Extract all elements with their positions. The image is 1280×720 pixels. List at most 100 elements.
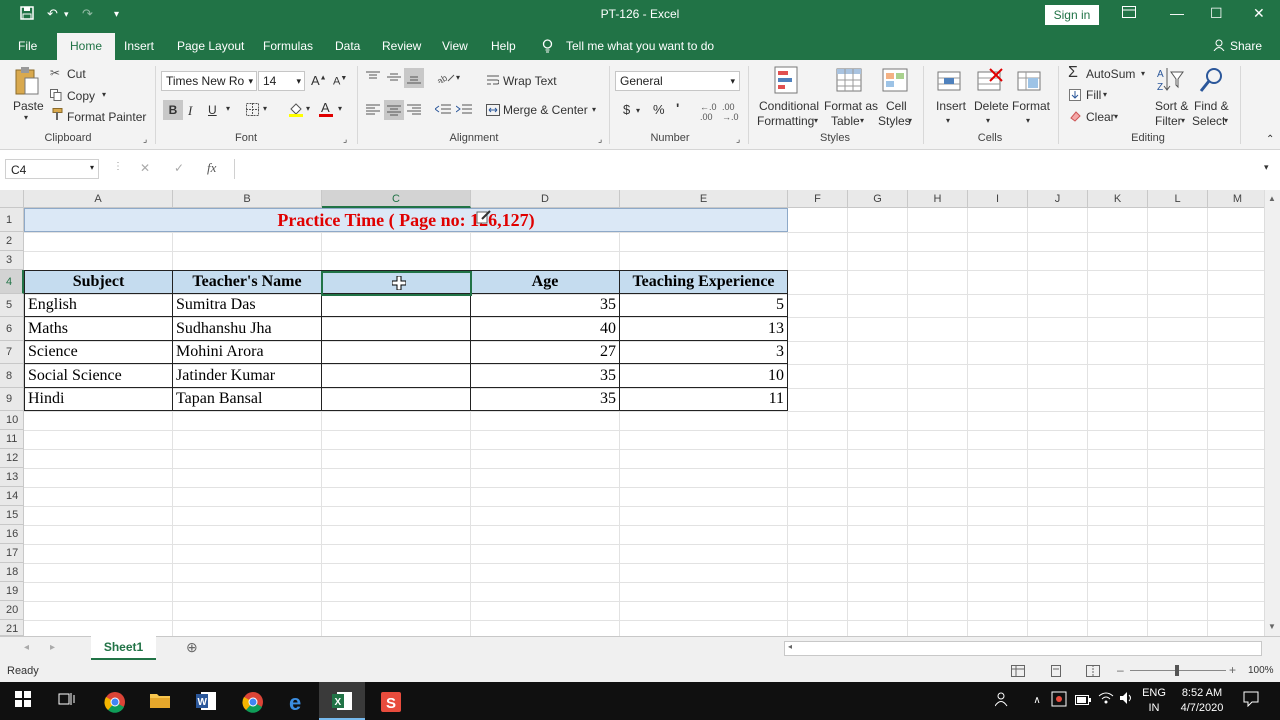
chrome-icon[interactable] bbox=[104, 691, 126, 713]
row-header[interactable]: 21 bbox=[0, 620, 24, 636]
column-header[interactable]: C bbox=[322, 190, 471, 208]
clock[interactable]: 8:52 AM 4/7/2020 bbox=[1172, 686, 1232, 716]
cut-button[interactable]: Cut bbox=[67, 67, 86, 81]
worksheet-grid[interactable]: A B C D E F G H I J K L M 1 2 3 4 5 6 7 … bbox=[0, 190, 1264, 636]
enter-icon[interactable]: ✓ bbox=[174, 161, 184, 175]
increase-decimal-icon[interactable]: ←.0.00 bbox=[700, 102, 717, 122]
sheet-tab-sheet1[interactable]: Sheet1 bbox=[91, 636, 156, 660]
formula-bar-options-icon[interactable]: ⋮ bbox=[113, 161, 123, 172]
insert-dropdown-icon[interactable]: ▾ bbox=[946, 116, 950, 125]
tab-help[interactable]: Help bbox=[491, 39, 516, 53]
bold-button[interactable]: B bbox=[163, 100, 183, 120]
new-sheet-icon[interactable]: ⊕ bbox=[186, 639, 198, 656]
name-box[interactable]: C4 ▾ bbox=[5, 159, 99, 179]
table-cell[interactable]: Sumitra Das bbox=[172, 294, 322, 317]
word-icon[interactable]: W bbox=[195, 691, 217, 711]
sort-filter-button[interactable]: Sort & bbox=[1155, 99, 1188, 113]
zoom-in-icon[interactable]: + bbox=[1229, 663, 1236, 677]
row-header[interactable]: 16 bbox=[0, 525, 24, 544]
italic-button[interactable]: I bbox=[188, 103, 192, 119]
cell-styles-button[interactable]: Cell bbox=[886, 99, 907, 113]
column-header[interactable]: G bbox=[848, 190, 908, 208]
prev-sheet-icon[interactable]: ◂ bbox=[24, 642, 29, 653]
find-dropdown-icon[interactable]: ▾ bbox=[1224, 116, 1228, 125]
table-cell[interactable]: Maths bbox=[24, 317, 173, 341]
merge-center-button[interactable]: Merge & Center bbox=[503, 103, 588, 117]
font-launcher-icon[interactable]: ⌟ bbox=[343, 134, 347, 145]
table-cell[interactable] bbox=[321, 388, 471, 411]
align-right-icon[interactable] bbox=[407, 102, 421, 118]
conditional-dropdown-icon[interactable]: ▾ bbox=[814, 116, 818, 125]
borders-dropdown-icon[interactable]: ▾ bbox=[263, 104, 267, 113]
insert-function-icon[interactable]: fx bbox=[207, 160, 216, 176]
format-painter-button[interactable]: Format Painter bbox=[67, 110, 146, 124]
row-header[interactable]: 12 bbox=[0, 449, 24, 468]
column-header[interactable]: K bbox=[1088, 190, 1148, 208]
horizontal-scrollbar[interactable]: ◂ bbox=[784, 641, 1262, 656]
conditional-formatting-button[interactable]: Conditional bbox=[759, 99, 819, 113]
row-header[interactable]: 4 bbox=[0, 270, 24, 294]
windows-start-icon[interactable] bbox=[12, 691, 34, 711]
table-cell[interactable]: Hindi bbox=[24, 388, 173, 411]
excel-taskbar-active[interactable]: X bbox=[319, 682, 365, 720]
insert-cells-icon[interactable] bbox=[936, 66, 964, 99]
paste-icon[interactable] bbox=[14, 66, 40, 99]
column-header[interactable]: B bbox=[173, 190, 322, 208]
font-color-icon[interactable]: A bbox=[318, 100, 334, 121]
table-cell[interactable] bbox=[321, 341, 471, 364]
fill-color-dropdown-icon[interactable]: ▾ bbox=[306, 104, 310, 113]
insert-cells-button[interactable]: Insert bbox=[936, 99, 966, 113]
battery-icon[interactable] bbox=[1072, 691, 1094, 711]
input-language[interactable]: ENG IN bbox=[1142, 686, 1166, 716]
column-header[interactable]: E bbox=[620, 190, 788, 208]
chrome-icon-2[interactable] bbox=[242, 691, 264, 713]
decrease-font-size-icon[interactable]: A▼ bbox=[333, 75, 347, 88]
column-header[interactable]: I bbox=[968, 190, 1028, 208]
restore-button[interactable]: ☐ bbox=[1210, 5, 1223, 22]
borders-icon[interactable] bbox=[246, 103, 259, 119]
scroll-down-icon[interactable]: ▼ bbox=[1268, 622, 1276, 631]
copy-dropdown-icon[interactable]: ▾ bbox=[102, 90, 106, 99]
header-cell-experience[interactable]: Teaching Experience bbox=[619, 270, 788, 294]
format-dropdown-icon[interactable]: ▾ bbox=[1026, 116, 1030, 125]
table-cell[interactable]: Tapan Bansal bbox=[172, 388, 322, 411]
increase-font-size-icon[interactable]: A▲ bbox=[311, 73, 327, 88]
header-cell-subject[interactable]: Subject bbox=[24, 270, 173, 294]
header-cell-age[interactable]: Age bbox=[470, 270, 620, 294]
row-header[interactable]: 3 bbox=[0, 251, 24, 270]
page-layout-view-icon[interactable] bbox=[1049, 664, 1063, 680]
table-cell[interactable] bbox=[321, 364, 471, 388]
tray-app-icon[interactable] bbox=[1048, 691, 1070, 711]
table-cell[interactable]: 35 bbox=[470, 388, 620, 411]
align-bottom-icon[interactable] bbox=[404, 68, 424, 88]
alignment-launcher-icon[interactable]: ⌟ bbox=[598, 134, 602, 145]
paste-button[interactable]: Paste bbox=[13, 99, 44, 113]
row-header[interactable]: 9 bbox=[0, 388, 24, 411]
sign-in-button[interactable]: Sign in bbox=[1045, 5, 1099, 25]
ribbon-display-options-icon[interactable] bbox=[1122, 5, 1136, 21]
cancel-icon[interactable]: ✕ bbox=[140, 161, 150, 175]
page-break-view-icon[interactable] bbox=[1086, 664, 1100, 680]
font-color-dropdown-icon[interactable]: ▾ bbox=[338, 104, 342, 113]
cut-icon[interactable]: ✂ bbox=[50, 66, 60, 80]
percent-button[interactable]: % bbox=[653, 102, 665, 117]
file-explorer-icon[interactable] bbox=[149, 691, 171, 711]
row-header[interactable]: 5 bbox=[0, 294, 24, 317]
tell-me-search[interactable]: Tell me what you want to do bbox=[566, 39, 714, 53]
tab-data[interactable]: Data bbox=[335, 39, 360, 53]
tab-page-layout[interactable]: Page Layout bbox=[177, 39, 244, 53]
people-icon[interactable] bbox=[992, 691, 1014, 711]
paste-dropdown-icon[interactable]: ▾ bbox=[24, 113, 28, 122]
row-header[interactable]: 18 bbox=[0, 563, 24, 582]
delete-dropdown-icon[interactable]: ▾ bbox=[986, 116, 990, 125]
zoom-slider-thumb[interactable] bbox=[1175, 665, 1179, 676]
volume-icon[interactable] bbox=[1116, 691, 1138, 711]
table-cell[interactable] bbox=[321, 317, 471, 341]
align-center-icon[interactable] bbox=[384, 100, 404, 120]
normal-view-icon[interactable] bbox=[1011, 664, 1025, 680]
row-header[interactable]: 14 bbox=[0, 487, 24, 506]
edge-icon[interactable]: e bbox=[288, 690, 310, 715]
format-painter-icon[interactable] bbox=[50, 108, 63, 124]
clipboard-launcher-icon[interactable]: ⌟ bbox=[143, 134, 147, 145]
table-cell[interactable]: English bbox=[24, 294, 173, 317]
